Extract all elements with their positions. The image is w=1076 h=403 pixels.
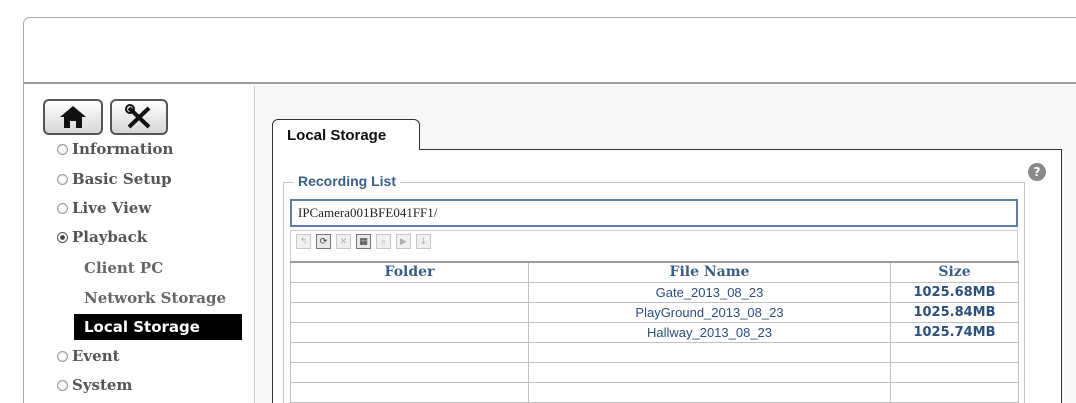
refresh-icon[interactable]: ⟳: [316, 234, 331, 249]
home-button[interactable]: [43, 99, 103, 135]
radio-icon: [57, 379, 68, 391]
cell-size: [890, 341, 1019, 363]
nav-item-label: System: [72, 376, 133, 394]
column-header-file-name[interactable]: File Name: [528, 261, 891, 283]
header-banner: [24, 18, 1076, 84]
cell-size: 1025.84MB: [890, 301, 1019, 323]
recording-toolbar: ↰ ⟳ ✕ ▦ ⌕ ▶ ↓: [290, 230, 1018, 252]
search-icon[interactable]: ⌕: [376, 234, 391, 249]
delete-icon[interactable]: ✕: [336, 234, 351, 249]
recording-table: Folder File Name Size Gate_2013_08_23 10…: [290, 261, 1019, 403]
sub-item-client-pc[interactable]: Client PC: [84, 259, 163, 277]
nav-item-information[interactable]: Information: [57, 140, 173, 158]
cell-folder: [290, 381, 529, 403]
download-icon[interactable]: ↓: [416, 234, 431, 249]
tools-button[interactable]: [110, 99, 168, 135]
radio-icon: [57, 350, 68, 362]
sub-item-network-storage[interactable]: Network Storage: [84, 289, 226, 307]
nav-item-basic-setup[interactable]: Basic Setup: [57, 170, 172, 188]
cell-size: 1025.74MB: [890, 321, 1019, 343]
cell-file-name: Gate_2013_08_23: [528, 281, 891, 303]
table-row[interactable]: [290, 381, 1019, 403]
table-row[interactable]: [290, 361, 1019, 383]
home-icon: [60, 106, 86, 128]
table-row[interactable]: [290, 341, 1019, 363]
up-folder-icon[interactable]: ↰: [296, 234, 311, 249]
cell-file-name: Hallway_2013_08_23: [528, 321, 891, 343]
table-header-row: Folder File Name Size: [290, 261, 1019, 283]
cell-folder: [290, 301, 529, 323]
path-field[interactable]: [290, 199, 1018, 227]
folder-view-icon[interactable]: ▦: [356, 234, 371, 249]
radio-selected-icon: [57, 231, 68, 243]
radio-icon: [57, 173, 68, 185]
nav-item-label: Basic Setup: [72, 170, 172, 188]
table-row[interactable]: PlayGround_2013_08_23 1025.84MB: [290, 301, 1019, 323]
nav-item-label: Event: [72, 347, 120, 365]
nav-item-label: Playback: [72, 228, 148, 246]
nav-item-system[interactable]: System: [57, 376, 132, 394]
cell-file-name: PlayGround_2013_08_23: [528, 301, 891, 323]
cell-folder: [290, 281, 529, 303]
cell-size: [890, 361, 1019, 383]
cell-file-name: [528, 381, 891, 403]
cell-size: [890, 381, 1019, 403]
radio-icon: [57, 202, 68, 214]
cell-file-name: [528, 341, 891, 363]
tab-local-storage[interactable]: Local Storage: [272, 119, 420, 150]
column-header-folder[interactable]: Folder: [290, 261, 529, 283]
cell-folder: [290, 341, 529, 363]
cell-size: 1025.68MB: [890, 281, 1019, 303]
radio-icon: [57, 143, 68, 155]
nav-item-label: Information: [72, 140, 174, 158]
column-header-size[interactable]: Size: [890, 261, 1019, 283]
cell-folder: [290, 321, 529, 343]
nav-item-event[interactable]: Event: [57, 347, 120, 365]
sub-item-local-storage[interactable]: Local Storage: [74, 314, 242, 340]
play-icon[interactable]: ▶: [396, 234, 411, 249]
cell-folder: [290, 361, 529, 383]
cell-file-name: [528, 361, 891, 383]
nav-item-playback[interactable]: Playback: [57, 228, 147, 246]
recording-list-legend: Recording List: [294, 173, 401, 189]
help-icon[interactable]: ?: [1028, 163, 1046, 181]
nav-item-label: Live View: [72, 199, 152, 217]
table-row[interactable]: Hallway_2013_08_23 1025.74MB: [290, 321, 1019, 343]
table-row[interactable]: Gate_2013_08_23 1025.68MB: [290, 281, 1019, 303]
tools-icon: [125, 104, 151, 129]
nav-item-live-view[interactable]: Live View: [57, 199, 151, 217]
